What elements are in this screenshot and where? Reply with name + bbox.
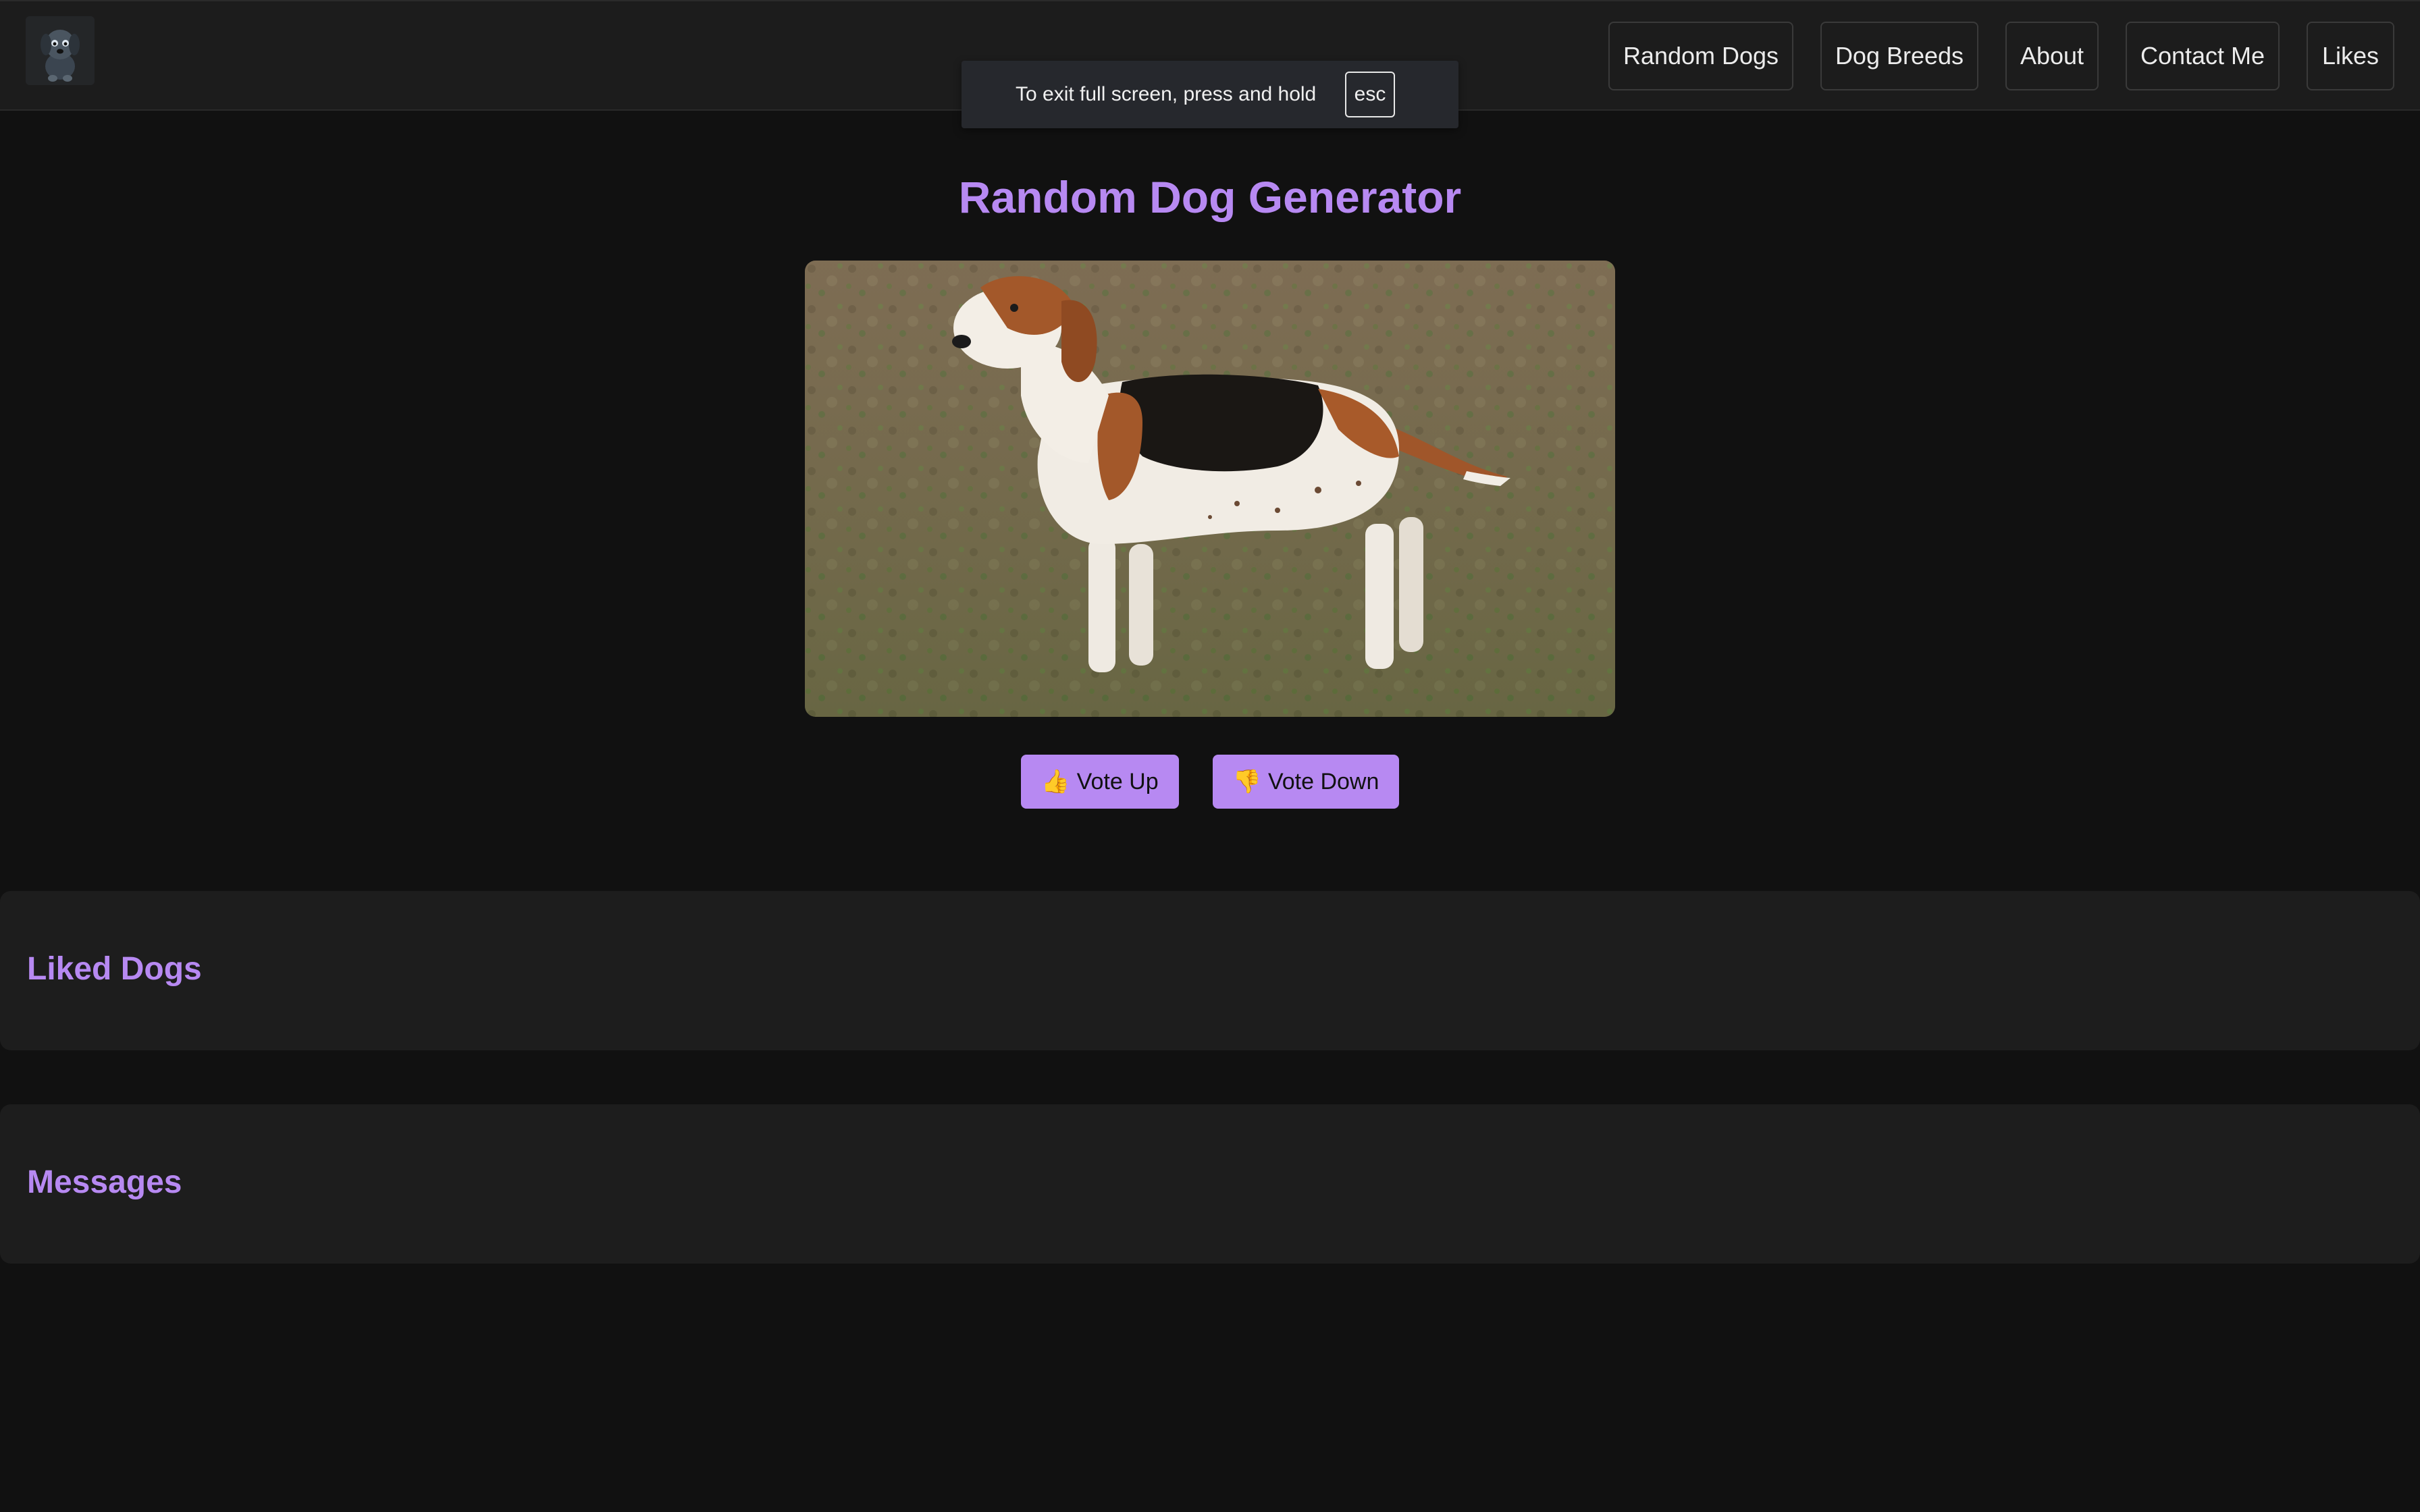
nav-about[interactable]: About (2005, 22, 2099, 90)
fullscreen-toast-text: To exit full screen, press and hold (1016, 83, 1317, 105)
vote-up-button[interactable]: 👍 Vote Up (1021, 755, 1179, 809)
messages-title: Messages (27, 1164, 182, 1200)
thumbs-up-icon: 👍 (1041, 769, 1070, 794)
dog-logo-icon[interactable] (26, 16, 95, 85)
vote-down-label: Vote Down (1267, 769, 1379, 794)
messages-section: Messages (0, 1104, 2420, 1264)
vote-up-label: Vote Up (1076, 769, 1159, 794)
page-title: Random Dog Generator (958, 172, 1462, 222)
nav-dog-breeds[interactable]: Dog Breeds (1820, 22, 1978, 90)
thumbs-down-icon: 👎 (1232, 769, 1261, 794)
liked-dogs-section: Liked Dogs (0, 891, 2420, 1050)
nav-likes[interactable]: Likes (2307, 22, 2394, 90)
fullscreen-exit-toast: To exit full screen, press and hold esc (962, 61, 1458, 128)
nav-contact-me[interactable]: Contact Me (2126, 22, 2280, 90)
vote-down-button[interactable]: 👎 Vote Down (1213, 755, 1399, 809)
liked-dogs-title: Liked Dogs (27, 951, 202, 987)
nav-random-dogs[interactable]: Random Dogs (1608, 22, 1793, 90)
dog-photo-icon (805, 261, 1615, 717)
esc-key-hint: esc (1345, 72, 1395, 117)
random-dog-image (805, 261, 1615, 717)
